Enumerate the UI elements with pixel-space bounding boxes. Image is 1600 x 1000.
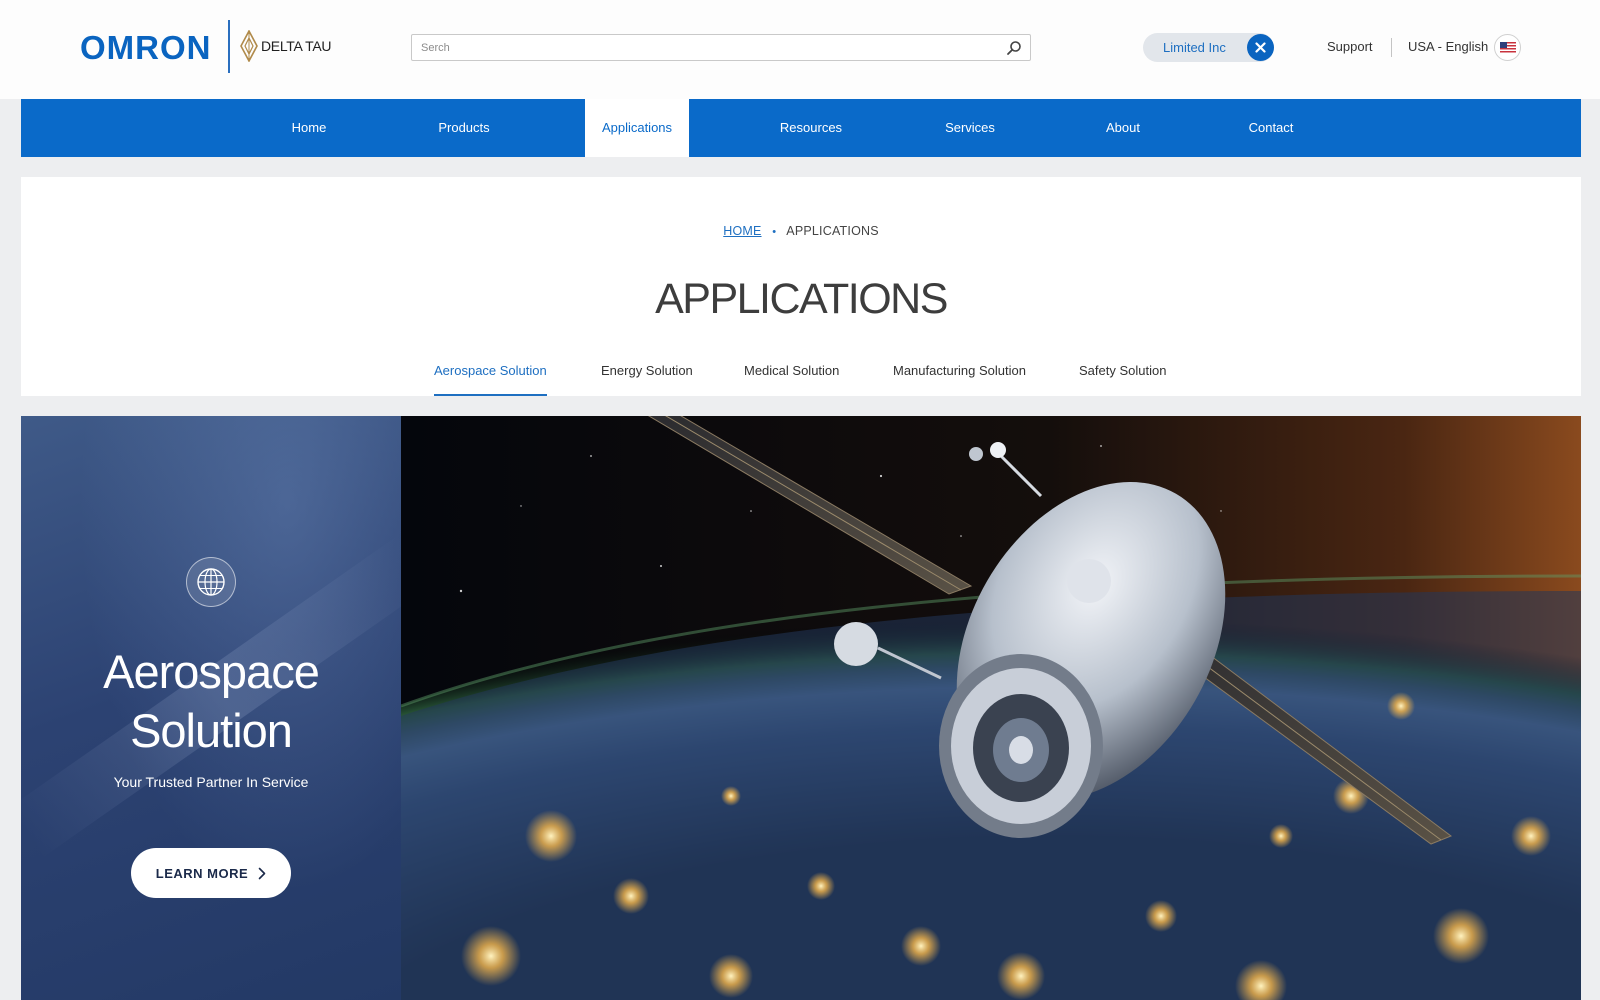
us-flag-icon[interactable] [1494, 34, 1521, 61]
search-input[interactable] [412, 35, 1030, 60]
hero-subtitle: Your Trusted Partner In Service [113, 774, 309, 790]
tab-aerospace-solution[interactable]: Aerospace Solution [434, 361, 547, 396]
main-navigation: Home Products Applications Resources Ser… [21, 99, 1581, 157]
hero-title-line-2: Solution [130, 704, 293, 757]
nav-item-applications[interactable]: Applications [585, 99, 689, 157]
tab-safety-solution[interactable]: Safety Solution [1079, 361, 1166, 396]
breadcrumb-home-link[interactable]: HOME [723, 224, 761, 238]
nav-item-contact[interactable]: Contact [1226, 99, 1316, 157]
breadcrumb-current: APPLICATIONS [786, 224, 879, 238]
omron-logo[interactable]: OMRON [80, 28, 212, 68]
globe-icon [186, 557, 236, 607]
close-icon[interactable] [1247, 34, 1274, 61]
nav-item-products[interactable]: Products [418, 99, 510, 157]
delta-tau-label: DELTA TAU [261, 38, 332, 54]
site-header: OMRON DELTA TAU Limited Inc Support USA … [0, 0, 1600, 99]
nav-item-resources[interactable]: Resources [762, 99, 860, 157]
nav-item-services[interactable]: Services [926, 99, 1014, 157]
company-filter-chip: Limited Inc [1143, 33, 1274, 62]
solution-tabs: Aerospace Solution Energy Solution Medic… [21, 361, 1581, 396]
breadcrumb-separator: • [772, 226, 777, 238]
chevron-right-icon [258, 867, 266, 879]
tab-manufacturing-solution[interactable]: Manufacturing Solution [893, 361, 1026, 396]
hero-title-line-1: Aerospace [103, 645, 320, 698]
page-heading-panel: HOME • APPLICATIONS APPLICATIONS Aerospa… [21, 177, 1581, 396]
hero-title: Aerospace Solution [21, 642, 401, 760]
hero-banner: Aerospace Solution Your Trusted Partner … [21, 416, 1581, 1000]
delta-tau-mark-icon [240, 30, 258, 62]
company-filter-label: Limited Inc [1163, 40, 1226, 55]
header-divider [1391, 38, 1392, 57]
hero-text-panel: Aerospace Solution Your Trusted Partner … [21, 416, 435, 1000]
page-title: APPLICATIONS [655, 275, 948, 323]
logo-divider [228, 20, 230, 73]
tab-energy-solution[interactable]: Energy Solution [601, 361, 693, 396]
breadcrumb: HOME • APPLICATIONS [21, 224, 1581, 238]
hero-satellite-image [401, 416, 1581, 1000]
language-selector[interactable]: USA - English [1408, 38, 1488, 56]
learn-more-button[interactable]: LEARN MORE [131, 848, 291, 898]
tab-medical-solution[interactable]: Medical Solution [744, 361, 839, 396]
search-icon[interactable] [1006, 40, 1022, 56]
nav-item-home[interactable]: Home [268, 99, 350, 157]
nav-item-about[interactable]: About [1083, 99, 1163, 157]
search-box [411, 34, 1031, 61]
learn-more-label: LEARN MORE [155, 865, 249, 881]
support-link[interactable]: Support [1327, 38, 1373, 56]
delta-tau-logo[interactable]: DELTA TAU [240, 30, 331, 62]
